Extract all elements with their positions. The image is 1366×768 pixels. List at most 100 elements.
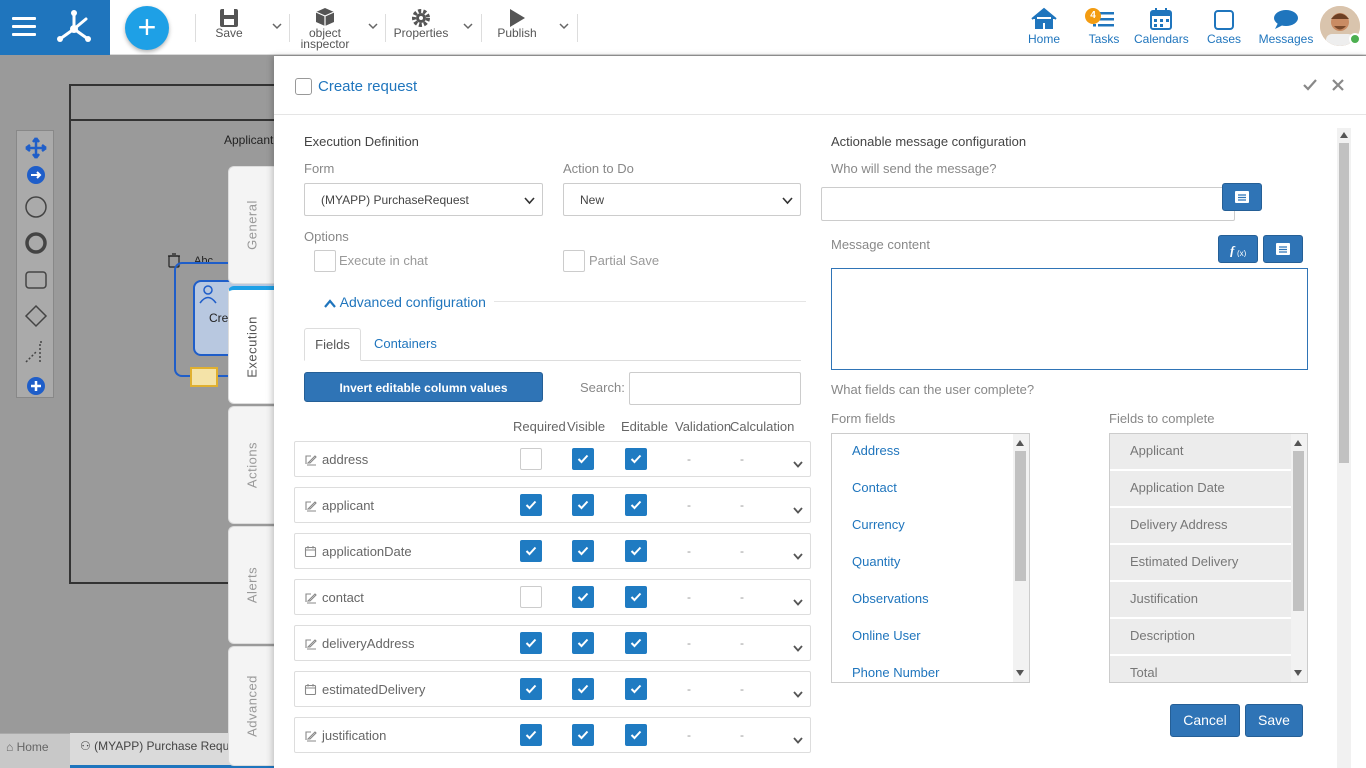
list-item[interactable]: Phone Number <box>832 656 1013 682</box>
chevron-down-icon[interactable] <box>558 20 570 32</box>
table-row[interactable]: contact - - <box>294 579 811 615</box>
editable-checkbox[interactable] <box>625 540 647 562</box>
list-item[interactable]: Application Date <box>1110 471 1291 508</box>
validation-value[interactable]: - <box>687 498 691 512</box>
message-content-textarea[interactable] <box>831 268 1308 370</box>
properties-button[interactable]: Properties <box>393 6 449 50</box>
visible-checkbox[interactable] <box>572 448 594 470</box>
form-fields-list[interactable]: Address Contact Currency Quantity Observatio… <box>831 433 1030 683</box>
validation-value[interactable]: - <box>687 452 691 466</box>
menu-icon[interactable] <box>12 17 36 37</box>
chevron-down-icon[interactable] <box>792 550 804 562</box>
scroll-up-icon[interactable] <box>1016 440 1024 446</box>
save-tool-button[interactable]: Save <box>210 6 248 50</box>
gateway-icon[interactable] <box>24 304 48 328</box>
chevron-down-icon[interactable] <box>792 504 804 516</box>
tab-actions[interactable]: Actions <box>228 406 274 524</box>
nav-cases[interactable]: Cases <box>1204 6 1244 50</box>
editable-checkbox[interactable] <box>625 494 647 516</box>
required-checkbox[interactable] <box>520 448 542 470</box>
scroll-down-icon[interactable] <box>1016 670 1024 676</box>
calculation-value[interactable]: - <box>740 498 744 512</box>
list-item[interactable]: Estimated Delivery <box>1110 545 1291 582</box>
visible-checkbox[interactable] <box>572 540 594 562</box>
execute-in-chat-checkbox[interactable] <box>314 250 336 272</box>
list-item[interactable]: Delivery Address <box>1110 508 1291 545</box>
tab-containers[interactable]: Containers <box>374 336 437 351</box>
scroll-thumb[interactable] <box>1015 451 1026 581</box>
chevron-down-icon[interactable] <box>792 642 804 654</box>
partial-save-checkbox[interactable] <box>563 250 585 272</box>
table-row[interactable]: applicationDate - - <box>294 533 811 569</box>
list-item[interactable]: Online User <box>832 619 1013 656</box>
annotation-icon[interactable] <box>24 340 48 364</box>
save-button[interactable]: Save <box>1245 704 1303 737</box>
validation-value[interactable]: - <box>687 544 691 558</box>
calculation-value[interactable]: - <box>740 590 744 604</box>
move-icon[interactable] <box>24 136 48 160</box>
add-shape-icon[interactable] <box>24 374 48 398</box>
form-select[interactable]: (MYAPP) PurchaseRequest <box>304 183 543 216</box>
calculation-value[interactable]: - <box>740 544 744 558</box>
calculation-value[interactable]: - <box>740 682 744 696</box>
editable-checkbox[interactable] <box>625 586 647 608</box>
task-shape-icon[interactable] <box>24 268 48 292</box>
chevron-down-icon[interactable] <box>792 596 804 608</box>
editable-checkbox[interactable] <box>625 678 647 700</box>
formula-button[interactable]: f (x) <box>1218 235 1258 263</box>
required-checkbox[interactable] <box>520 586 542 608</box>
chevron-down-icon[interactable] <box>367 20 379 32</box>
list-item[interactable]: Justification <box>1110 582 1291 619</box>
visible-checkbox[interactable] <box>572 724 594 746</box>
who-sends-list-button[interactable] <box>1222 183 1262 211</box>
required-checkbox[interactable] <box>520 724 542 746</box>
list-item[interactable]: Description <box>1110 619 1291 656</box>
checkmark-icon[interactable] <box>1303 78 1317 92</box>
object-inspector-button[interactable]: object inspector <box>300 6 350 50</box>
visible-checkbox[interactable] <box>572 586 594 608</box>
calculation-value[interactable]: - <box>740 636 744 650</box>
search-input[interactable] <box>629 372 801 405</box>
data-annotation-shape[interactable] <box>190 367 218 387</box>
chevron-down-icon[interactable] <box>462 20 474 32</box>
scroll-up-icon[interactable] <box>1294 440 1302 446</box>
tab-fields[interactable]: Fields <box>304 328 361 361</box>
table-row[interactable]: applicant - - <box>294 487 811 523</box>
list-item[interactable]: Applicant <box>1110 434 1291 471</box>
required-checkbox[interactable] <box>520 678 542 700</box>
validation-value[interactable]: - <box>687 682 691 696</box>
visible-checkbox[interactable] <box>572 678 594 700</box>
chevron-down-icon[interactable] <box>792 734 804 746</box>
fields-to-complete-list[interactable]: Applicant Application Date Delivery Addres… <box>1109 433 1308 683</box>
editable-checkbox[interactable] <box>625 724 647 746</box>
connector-icon[interactable] <box>24 163 48 187</box>
list-item[interactable]: Address <box>832 434 1013 471</box>
tab-alerts[interactable]: Alerts <box>228 526 274 644</box>
app-logo-icon[interactable] <box>56 9 92 45</box>
add-button[interactable]: + <box>125 6 169 50</box>
nav-home[interactable]: Home <box>1024 6 1064 50</box>
required-checkbox[interactable] <box>520 632 542 654</box>
required-checkbox[interactable] <box>520 540 542 562</box>
visible-checkbox[interactable] <box>572 494 594 516</box>
chevron-down-icon[interactable] <box>271 20 283 32</box>
who-sends-input[interactable] <box>821 187 1235 221</box>
nav-messages[interactable]: Messages <box>1258 6 1314 50</box>
scroll-thumb[interactable] <box>1293 451 1304 611</box>
validation-value[interactable]: - <box>687 590 691 604</box>
table-row[interactable]: address - - <box>294 441 811 477</box>
tab-execution[interactable]: Execution <box>228 286 274 404</box>
cancel-button[interactable]: Cancel <box>1170 704 1240 737</box>
editable-checkbox[interactable] <box>625 632 647 654</box>
close-icon[interactable] <box>1331 78 1345 92</box>
nav-calendars[interactable]: Calendars <box>1134 6 1189 50</box>
start-event-icon[interactable] <box>24 195 48 219</box>
validation-value[interactable]: - <box>687 636 691 650</box>
editable-checkbox[interactable] <box>625 448 647 470</box>
title-checkbox[interactable] <box>295 78 312 95</box>
list-item[interactable]: Quantity <box>832 545 1013 582</box>
required-checkbox[interactable] <box>520 494 542 516</box>
tab-advanced[interactable]: Advanced <box>228 646 274 766</box>
list-item[interactable]: Total <box>1110 656 1291 682</box>
list-item[interactable]: Observations <box>832 582 1013 619</box>
